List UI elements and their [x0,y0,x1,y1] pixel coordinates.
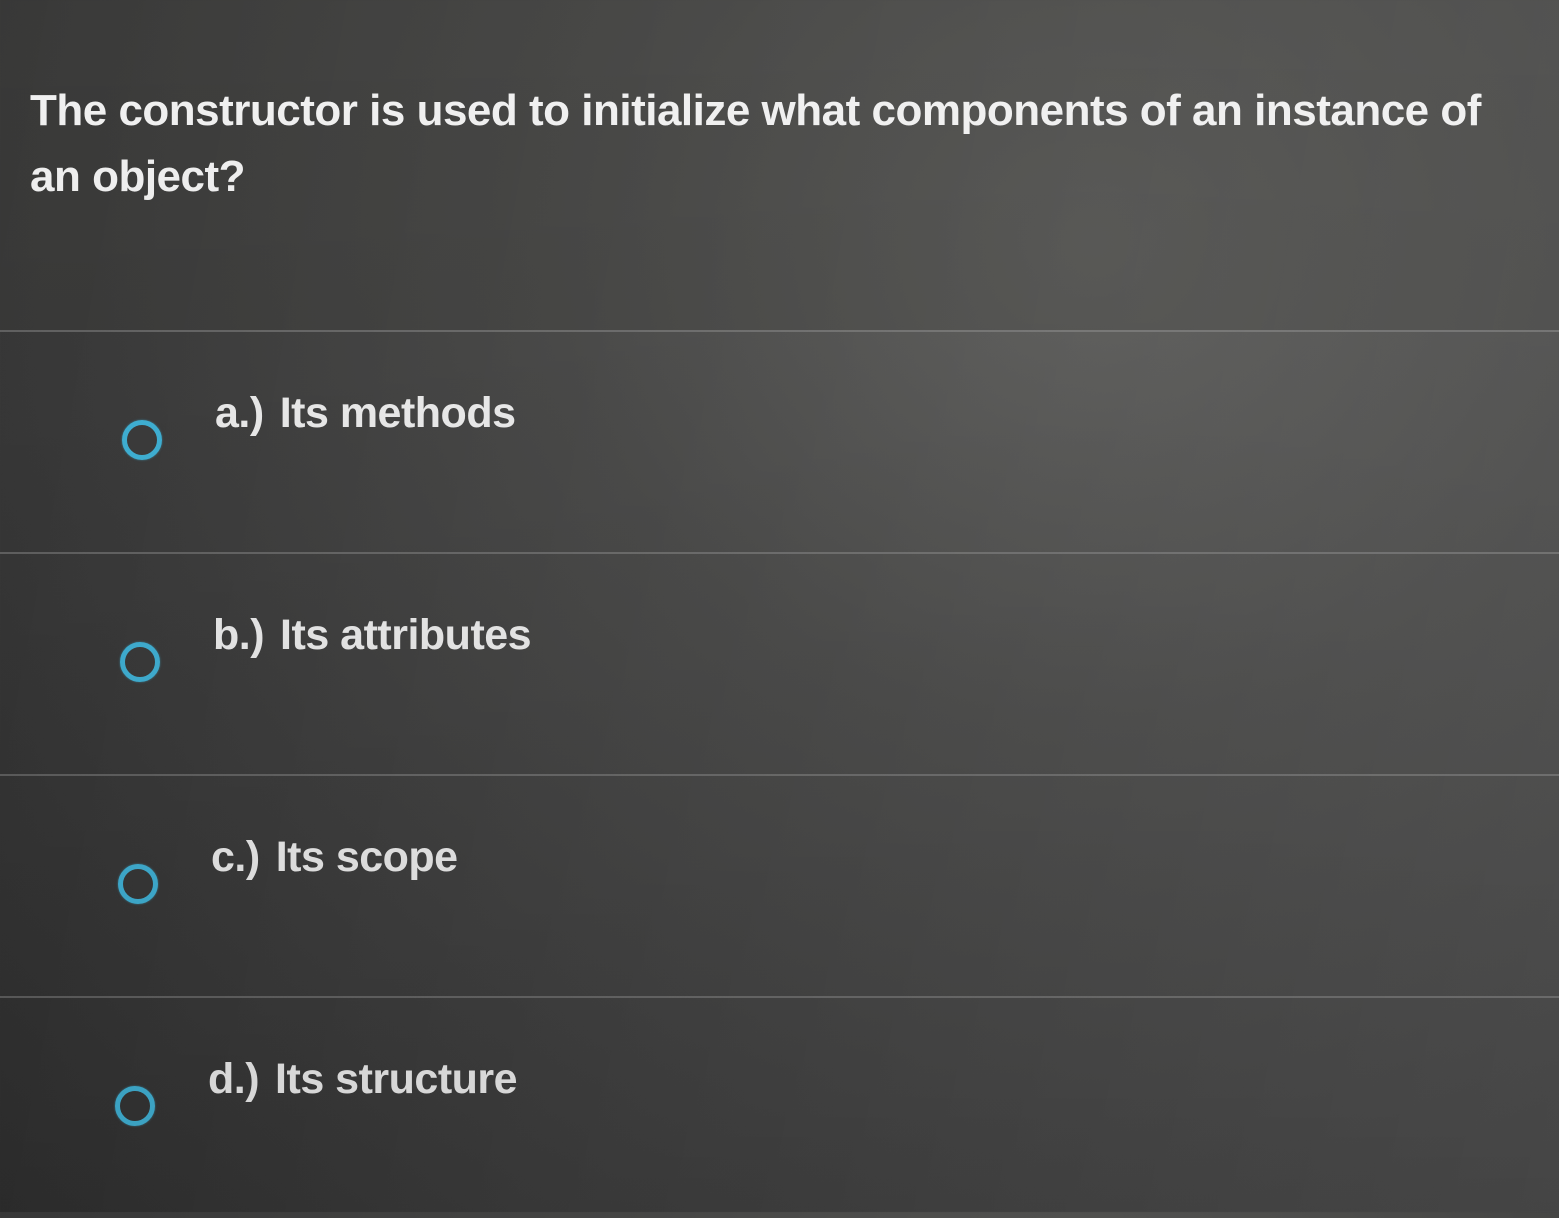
option-b-label[interactable]: b.) Its attributes [213,610,532,660]
question-panel: The constructor is used to initialize wh… [0,0,1559,330]
option-a[interactable]: a.) Its methods [0,332,1559,552]
option-b-text: Its attributes [280,611,532,659]
option-c[interactable]: c.) Its scope [0,776,1559,996]
question-text: The constructor is used to initialize wh… [30,86,1481,201]
radio-button-d[interactable] [115,1086,155,1126]
option-a-letter: a.) [215,389,264,437]
option-b-letter: b.) [213,611,265,659]
option-b[interactable]: b.) Its attributes [0,554,1559,774]
option-d[interactable]: d.) Its structure [0,998,1559,1218]
option-d-text: Its structure [275,1055,518,1103]
radio-button-b[interactable] [120,642,160,682]
option-d-letter: d.) [208,1055,260,1103]
answer-options: a.) Its methods b.) Its attributes c.) Its … [0,330,1559,1212]
option-d-label[interactable]: d.) Its structure [208,1054,518,1104]
option-c-letter: c.) [211,833,260,881]
option-a-text: Its methods [279,389,516,437]
radio-button-a[interactable] [122,420,162,460]
option-c-label[interactable]: c.) Its scope [211,832,458,882]
option-c-text: Its scope [275,833,458,881]
radio-button-c[interactable] [118,864,158,904]
option-a-label[interactable]: a.) Its methods [215,388,516,438]
